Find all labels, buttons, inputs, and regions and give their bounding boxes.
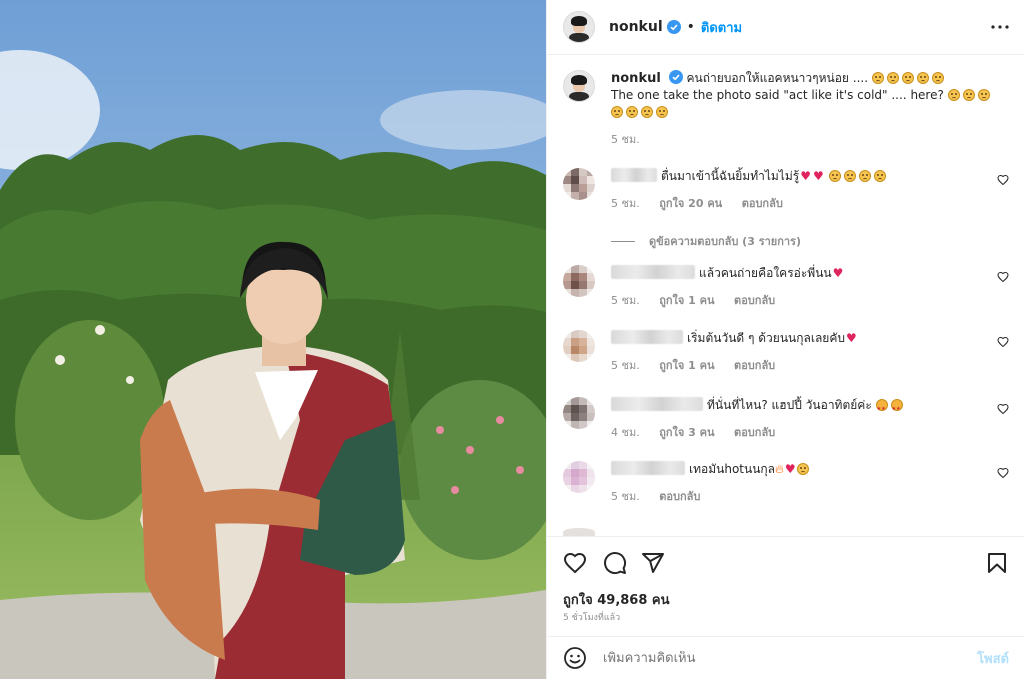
commenter-avatar[interactable] xyxy=(563,330,595,362)
add-comment-bar: โพสต์ xyxy=(547,636,1024,679)
emoji-icon xyxy=(626,106,638,118)
comment-like-heart-icon[interactable] xyxy=(997,403,1009,415)
comments-list[interactable]: nonkul คนถ่ายบอกให้แอคหนาวๆหน่อย .... Th… xyxy=(547,56,1024,536)
post-time-ago[interactable]: 5 ชั่วโมงที่แล้ว xyxy=(563,610,620,624)
post-comment-button[interactable]: โพสต์ xyxy=(977,648,1009,669)
blurred-username[interactable] xyxy=(611,265,695,279)
comment-text: ที่นั่นที่ไหน? แฮปปี้ วันอาทิตย์ค่ะ xyxy=(707,398,872,412)
heart-icon[interactable] xyxy=(563,551,587,575)
blurred-username[interactable] xyxy=(611,330,683,344)
comment-text: เทอมันhotนนกุล xyxy=(689,462,776,476)
comment-text: เริ่มต้นวันดี ๆ ด้วยนนกุลเลยคับ xyxy=(687,331,845,345)
blurred-username[interactable] xyxy=(611,461,685,475)
comment-time: 5 ชม. xyxy=(611,294,640,307)
caption-text-english: The one take the photo said "act like it… xyxy=(611,88,944,102)
comment-time: 4 ชม. xyxy=(611,426,640,439)
heart-emoji-icon: ♥ xyxy=(784,462,796,476)
emoji-icon xyxy=(916,72,929,84)
bookmark-icon[interactable] xyxy=(985,551,1009,575)
commenter-avatar[interactable] xyxy=(563,461,595,493)
comment-text: แล้วคนถ่ายคือใครอ่ะพี่นน xyxy=(699,266,832,280)
emoji-icon xyxy=(656,106,668,118)
verified-badge-icon xyxy=(668,70,683,84)
commenter-avatar[interactable] xyxy=(563,168,595,200)
star-struck-emoji-icon xyxy=(890,399,903,418)
emoji-icon xyxy=(947,89,960,101)
heart-emoji-icon: ♥ xyxy=(812,169,824,183)
heart-emoji-icon: ♥ xyxy=(832,266,844,280)
heart-emoji-icon: ♥ xyxy=(845,331,857,345)
view-replies-button[interactable]: ดูข้อความตอบกลับ (3 รายการ) xyxy=(611,232,801,250)
emoji-icon xyxy=(931,72,944,84)
post-photo[interactable] xyxy=(0,0,546,679)
post-actions: ถูกใจ 49,868 คน 5 ชั่วโมงที่แล้ว xyxy=(547,536,1024,632)
emoji-picker-icon[interactable] xyxy=(563,646,587,670)
commenter-avatar[interactable] xyxy=(563,265,595,297)
caption-avatar[interactable] xyxy=(563,70,595,102)
reply-button[interactable]: ตอบกลับ xyxy=(734,294,775,307)
comment-icon[interactable] xyxy=(603,551,627,575)
emoji-icon xyxy=(641,106,653,118)
replies-divider xyxy=(611,240,635,242)
fire-emoji-icon: 🔥︎ xyxy=(775,462,784,476)
comment-likes[interactable]: ถูกใจ 1 คน xyxy=(659,294,714,307)
post-side-panel: nonkul • ติดตาม nonkul คนถ่ายบอกให้แอคหน… xyxy=(546,0,1024,679)
emoji-icon xyxy=(796,463,809,475)
author-avatar[interactable] xyxy=(563,11,595,43)
blurred-username[interactable] xyxy=(611,168,657,182)
comment-text: ตื่นมาเข้านี้ฉันยิ้มทำไมไม่รู้ xyxy=(661,169,800,183)
emoji-icon xyxy=(828,170,841,182)
caption-text-thai: คนถ่ายบอกให้แอคหนาวๆหน่อย .... xyxy=(686,71,869,85)
comment-likes[interactable]: ถูกใจ 3 คน xyxy=(659,426,714,439)
post-photo-art xyxy=(0,0,546,679)
emoji-icon xyxy=(871,72,884,84)
next-comment-avatar-peek xyxy=(563,528,595,536)
separator-dot: • xyxy=(686,19,695,35)
caption-time: 5 ชม. xyxy=(611,133,640,146)
heart-emoji-icon: ♥ xyxy=(800,169,811,183)
verified-badge-icon xyxy=(666,20,681,34)
star-struck-emoji-icon xyxy=(875,399,888,418)
comment-likes[interactable]: ถูกใจ 20 คน xyxy=(659,197,722,210)
emoji-icon xyxy=(962,89,975,101)
comment-time: 5 ชม. xyxy=(611,359,640,372)
emoji-icon xyxy=(901,72,914,84)
follow-button[interactable]: ติดตาม xyxy=(701,17,742,38)
comment-like-heart-icon[interactable] xyxy=(997,336,1009,348)
caption-username[interactable]: nonkul xyxy=(611,71,661,86)
reply-button[interactable]: ตอบกลับ xyxy=(659,490,700,503)
reply-button[interactable]: ตอบกลับ xyxy=(734,426,775,439)
comment-like-heart-icon[interactable] xyxy=(997,174,1009,186)
comment-like-heart-icon[interactable] xyxy=(997,467,1009,479)
more-options-icon[interactable] xyxy=(989,16,1011,38)
comment-time: 5 ชม. xyxy=(611,490,640,503)
comment-time: 5 ชม. xyxy=(611,197,640,210)
share-icon[interactable] xyxy=(641,551,665,575)
reply-button[interactable]: ตอบกลับ xyxy=(734,359,775,372)
emoji-icon xyxy=(873,170,886,182)
emoji-icon xyxy=(843,170,856,182)
comment-input[interactable] xyxy=(603,650,978,666)
likes-count[interactable]: ถูกใจ 49,868 คน xyxy=(563,589,670,610)
commenter-avatar[interactable] xyxy=(563,397,595,429)
comment-like-heart-icon[interactable] xyxy=(997,271,1009,283)
emoji-icon xyxy=(886,72,899,84)
comment-likes[interactable]: ถูกใจ 1 คน xyxy=(659,359,714,372)
emoji-icon xyxy=(977,89,990,101)
reply-button[interactable]: ตอบกลับ xyxy=(742,197,783,210)
post-header: nonkul • ติดตาม xyxy=(547,0,1024,55)
view-replies-label: ดูข้อความตอบกลับ (3 รายการ) xyxy=(649,235,801,248)
emoji-icon xyxy=(611,106,623,118)
blurred-username[interactable] xyxy=(611,397,703,411)
emoji-icon xyxy=(858,170,871,182)
author-username[interactable]: nonkul xyxy=(609,19,663,35)
